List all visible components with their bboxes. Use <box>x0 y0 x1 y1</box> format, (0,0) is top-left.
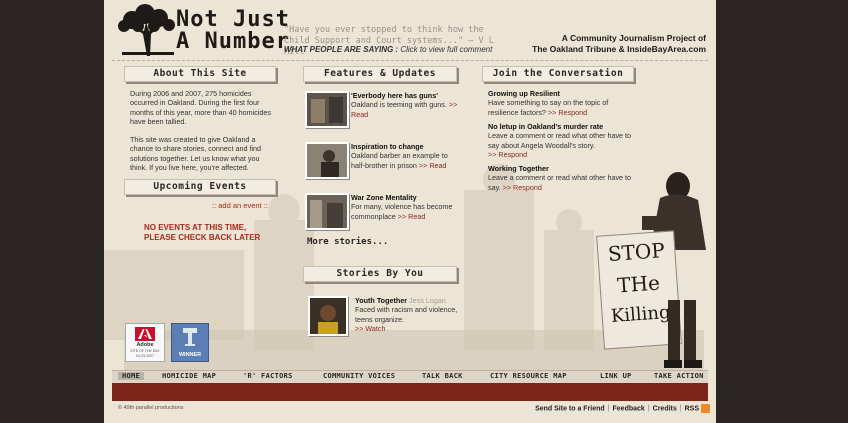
award-icon <box>183 328 197 346</box>
adobe-name: Adobe <box>136 342 154 348</box>
feature-item-1: 'Everbody here has guns' Oakland is teem… <box>351 91 461 119</box>
feature-read-link-3[interactable]: >> Read <box>398 212 426 221</box>
story-thumb-youth[interactable] <box>308 296 348 336</box>
rss-icon[interactable] <box>701 404 710 413</box>
feature-thumb-guns[interactable] <box>305 91 349 128</box>
winner-badge[interactable]: WINNER <box>171 323 209 362</box>
features-title: Features & Updates <box>303 66 457 82</box>
conversation-title: Join the Conversation <box>482 66 634 82</box>
feature-headline-1[interactable]: 'Everbody here has guns' <box>351 91 461 100</box>
footer-bar <box>112 383 708 401</box>
events-title: Upcoming Events <box>124 179 276 195</box>
site-sheet: Not Just A Number "Have you ever stopped… <box>104 0 716 423</box>
quote-cta-link[interactable]: Click to view full comment <box>400 45 492 54</box>
tagline: A Community Journalism Project of The Oa… <box>518 33 706 55</box>
sign-line-1: STOP <box>607 238 666 267</box>
nav-community-voices[interactable]: COMMUNITY VOICES <box>323 372 395 380</box>
copyright: © 49th parallel productions <box>118 405 184 411</box>
stories-title: Stories By You <box>303 266 457 282</box>
tagline-line2: The Oakland Tribune & InsideBayArea.com <box>532 44 706 54</box>
feature-thumb-barber[interactable] <box>305 142 349 179</box>
footer-links: Send Site to a Friend | Feedback | Credits | R… <box>535 404 710 413</box>
page: Not Just A Number "Have you ever stopped… <box>0 0 848 423</box>
conversation-item-3: Working Together Leave a comment or read… <box>488 164 634 192</box>
header-divider <box>112 60 708 61</box>
feature-item-2: Inspiration to change Oakland barber an … <box>351 142 463 170</box>
no-events-message: NO EVENTS AT THIS TIME, PLEASE CHECK BAC… <box>144 223 272 243</box>
about-title: About This Site <box>124 66 276 82</box>
nav-home[interactable]: HOME <box>118 372 145 380</box>
add-event-link[interactable]: :: add an event :: <box>212 201 268 210</box>
sign-line-2: THe <box>616 270 661 298</box>
feature-headline-3[interactable]: War Zone Mentality <box>351 193 461 202</box>
footer-rss-link[interactable]: RSS <box>685 405 699 412</box>
adobe-date: 04-03-2007 <box>136 354 154 358</box>
quote-cta-label: WHAT PEOPLE ARE SAYING : <box>284 45 399 54</box>
conversation-respond-link-2[interactable]: >> Respond <box>488 150 634 159</box>
about-para-1: During 2006 and 2007, 275 homicides occu… <box>130 89 272 126</box>
winner-label: WINNER <box>178 352 202 358</box>
main-nav: HOME HOMICIDE MAP 'R' FACTORS COMMUNITY … <box>112 370 708 383</box>
story-item: Youth Together Jess Logan Faced with rac… <box>355 296 459 333</box>
conversation-headline-2[interactable]: No letup in Oakland's murder rate <box>488 122 634 131</box>
conversation-item-1: Growing up Resilient Have something to s… <box>488 89 634 117</box>
conversation-respond-link-1[interactable]: >> Respond <box>548 108 587 117</box>
no-events-line2: PLEASE CHECK BACK LATER <box>144 233 261 242</box>
nav-r-factors[interactable]: 'R' FACTORS <box>243 372 293 380</box>
feature-thumb-warzone[interactable] <box>305 193 349 230</box>
quote-cta[interactable]: WHAT PEOPLE ARE SAYING : Click to view f… <box>284 45 492 54</box>
feature-headline-2[interactable]: Inspiration to change <box>351 142 463 151</box>
footer-send-to-friend-link[interactable]: Send Site to a Friend <box>535 405 605 412</box>
feature-item-3: War Zone Mentality For many, violence ha… <box>351 193 461 221</box>
tagline-line1: A Community Journalism Project of <box>561 33 706 43</box>
conversation-headline-3[interactable]: Working Together <box>488 164 634 173</box>
story-author: Jess Logan <box>409 296 446 305</box>
footer-credits-link[interactable]: Credits <box>653 405 677 412</box>
more-stories-link[interactable]: More stories... <box>307 237 388 247</box>
adobe-caption: SITE OF THE DAY <box>130 349 160 353</box>
about-para-2: This site was created to give Oakland a … <box>130 135 262 173</box>
conversation-headline-1[interactable]: Growing up Resilient <box>488 89 634 98</box>
conversation-item-2: No letup in Oakland's murder rate Leave … <box>488 122 634 159</box>
story-watch-link[interactable]: >> Watch <box>355 324 459 333</box>
adobe-site-of-day-badge[interactable]: Adobe SITE OF THE DAY 04-03-2007 <box>125 323 165 362</box>
story-headline[interactable]: Youth Together <box>355 296 407 305</box>
nav-city-resource-map[interactable]: CITY RESOURCE MAP <box>490 372 567 380</box>
feature-read-link-2[interactable]: >> Read <box>419 161 447 170</box>
nav-take-action[interactable]: TAKE ACTION <box>654 372 704 380</box>
nav-link-up[interactable]: LINK UP <box>600 372 632 380</box>
no-events-line1: NO EVENTS AT THIS TIME, <box>144 223 247 232</box>
nav-homicide-map[interactable]: HOMICIDE MAP <box>162 372 216 380</box>
story-summary: Faced with racism and violence, teens or… <box>355 305 458 324</box>
adobe-icon <box>135 327 155 341</box>
logo-subtitle[interactable]: A Number <box>176 29 290 54</box>
logo-tree-icon[interactable] <box>112 4 182 56</box>
conversation-summary-2: Leave a comment or read what other have … <box>488 131 632 150</box>
conversation-respond-link-3[interactable]: >> Respond <box>503 183 542 192</box>
protester-legs <box>664 300 702 368</box>
about-text: During 2006 and 2007, 275 homicides occu… <box>130 89 275 181</box>
footer-feedback-link[interactable]: Feedback <box>613 405 645 412</box>
feature-summary-1: Oakland is teeming with guns. <box>351 100 447 110</box>
nav-talk-back[interactable]: TALK BACK <box>422 372 463 380</box>
